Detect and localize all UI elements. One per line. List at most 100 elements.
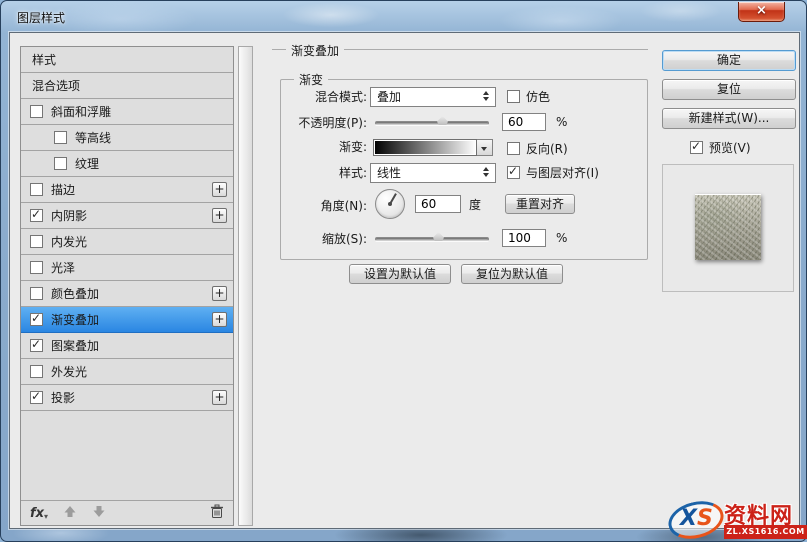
add-effect-instance-button[interactable]: + <box>212 208 227 223</box>
effect-checkbox[interactable] <box>30 389 43 404</box>
sidebar-item-纹理[interactable]: 纹理 <box>21 151 233 177</box>
sidebar-item-label: 光泽 <box>51 261 76 275</box>
sidebar-item-label: 斜面和浮雕 <box>51 105 112 119</box>
sidebar-item-颜色叠加[interactable]: 颜色叠加 + <box>21 281 233 307</box>
watermark-logo-text: XS <box>680 506 713 531</box>
reset-alignment-button[interactable]: 重置对齐 <box>505 194 575 214</box>
effect-checkbox[interactable] <box>30 235 43 248</box>
align-with-layer-checkbox[interactable] <box>507 164 520 179</box>
style-label: 样式: <box>338 166 367 180</box>
add-effect-instance-button[interactable]: + <box>212 286 227 301</box>
sidebar-item-label: 内阴影 <box>51 209 88 223</box>
opacity-slider[interactable] <box>375 121 489 125</box>
sidebar-item-渐变叠加[interactable]: 渐变叠加 + <box>21 307 233 333</box>
scale-unit: % <box>556 231 568 245</box>
preview-panel <box>662 164 794 292</box>
move-effect-up-button[interactable] <box>63 505 77 521</box>
scale-input[interactable] <box>502 229 546 247</box>
sidebar-item-label: 投影 <box>51 391 76 405</box>
sidebar-item-内阴影[interactable]: 内阴影 + <box>21 203 233 229</box>
sidebar-item-label: 渐变叠加 <box>51 313 100 327</box>
effect-checkbox[interactable] <box>30 183 43 196</box>
move-effect-down-button[interactable] <box>92 505 106 521</box>
style-value: 线性 <box>377 166 402 180</box>
fx-menu-button[interactable]: fx▾ <box>30 506 48 521</box>
sidebar-item-label: 图案叠加 <box>51 339 100 353</box>
ok-button[interactable]: 确定 <box>662 50 796 71</box>
sidebar-item-描边[interactable]: 描边 + <box>21 177 233 203</box>
sidebar-item-等高线[interactable]: 等高线 <box>21 125 233 151</box>
sidebar-item-label: 描边 <box>51 183 76 197</box>
scale-slider[interactable] <box>375 237 489 241</box>
sidebar-footer: fx▾ <box>21 500 233 525</box>
sidebar-item-label: 等高线 <box>75 131 112 145</box>
spinner-icon <box>483 91 490 101</box>
reset-default-button[interactable]: 复位为默认值 <box>461 264 563 284</box>
effect-checkbox[interactable] <box>54 131 67 144</box>
sidebar-item-label: 颜色叠加 <box>51 287 100 301</box>
add-effect-instance-button[interactable]: + <box>212 390 227 405</box>
sidebar-item-label: 混合选项 <box>32 79 81 93</box>
effect-checkbox[interactable] <box>30 311 43 326</box>
angle-dial[interactable] <box>375 189 405 219</box>
sidebar-item-光泽[interactable]: 光泽 <box>21 255 233 281</box>
angle-needle <box>389 193 397 205</box>
chevron-down-icon: ▾ <box>44 511 49 521</box>
preview-checkbox[interactable] <box>690 139 703 154</box>
blend-mode-select[interactable]: 叠加 <box>370 87 496 107</box>
sidebar-item-label: 内发光 <box>51 235 88 249</box>
reverse-checkbox[interactable] <box>507 142 520 155</box>
blend-mode-label: 混合模式: <box>314 90 367 104</box>
sidebar-item-图案叠加[interactable]: 图案叠加 <box>21 333 233 359</box>
dither-checkbox[interactable] <box>507 90 520 103</box>
delete-effect-button[interactable] <box>210 504 224 522</box>
sidebar-item-外发光[interactable]: 外发光 <box>21 359 233 385</box>
preview-label: 预览(V) <box>709 141 751 155</box>
effect-checkbox[interactable] <box>30 105 43 118</box>
sidebar-item-label: 样式 <box>32 53 57 67</box>
gradient-dropdown-button[interactable] <box>477 139 493 156</box>
new-style-button[interactable]: 新建样式(W)... <box>662 108 796 129</box>
group-title: 渐变 <box>294 71 329 88</box>
close-button[interactable]: × <box>738 2 785 22</box>
watermark-url: ZL.XS1616.COM <box>724 525 807 539</box>
opacity-input[interactable] <box>502 113 546 131</box>
align-with-layer-label: 与图层对齐(I) <box>526 166 599 180</box>
sidebar-item-斜面和浮雕[interactable]: 斜面和浮雕 <box>21 99 233 125</box>
reset-button[interactable]: 复位 <box>662 79 796 100</box>
effect-checkbox[interactable] <box>30 337 43 352</box>
effect-checkbox[interactable] <box>30 287 43 300</box>
styles-sidebar: 样式混合选项斜面和浮雕等高线纹理描边 + 内阴影 + 内发光光泽颜色叠加 + 渐变叠加 + 图案… <box>20 46 234 526</box>
style-select[interactable]: 线性 <box>370 163 496 183</box>
effect-checkbox[interactable] <box>30 207 43 222</box>
titlebar[interactable]: 图层样式 × <box>1 1 806 31</box>
sidebar-item-label: 外发光 <box>51 365 88 379</box>
reverse-label: 反向(R) <box>526 142 568 156</box>
angle-input[interactable] <box>415 195 461 213</box>
dialog-content: 样式混合选项斜面和浮雕等高线纹理描边 + 内阴影 + 内发光光泽颜色叠加 + 渐变叠加 + 图案… <box>9 32 800 529</box>
effect-checkbox[interactable] <box>30 365 43 378</box>
blend-mode-value: 叠加 <box>377 90 402 104</box>
sidebar-item-内发光[interactable]: 内发光 <box>21 229 233 255</box>
watermark: XS 资料网 ZL.XS1616.COM <box>664 495 807 542</box>
close-icon: × <box>756 3 767 18</box>
sidebar-item-样式[interactable]: 样式 <box>21 47 233 73</box>
set-default-button[interactable]: 设置为默认值 <box>349 264 451 284</box>
angle-unit: 度 <box>469 198 482 212</box>
effect-checkbox[interactable] <box>54 157 67 170</box>
sidebar-item-混合选项[interactable]: 混合选项 <box>21 73 233 99</box>
sidebar-item-label: 纹理 <box>75 157 100 171</box>
gradient-swatch[interactable] <box>373 139 477 156</box>
opacity-unit: % <box>556 115 568 129</box>
scale-label: 缩放(S): <box>321 232 367 246</box>
sidebar-scrollbar[interactable] <box>238 46 253 526</box>
angle-label: 角度(N): <box>320 199 367 213</box>
effect-checkbox[interactable] <box>30 261 43 274</box>
opacity-label: 不透明度(P): <box>298 116 367 130</box>
add-effect-instance-button[interactable]: + <box>212 182 227 197</box>
window-title: 图层样式 <box>17 11 66 25</box>
dither-label: 仿色 <box>526 90 551 104</box>
gradient-label: 渐变: <box>338 140 367 154</box>
sidebar-item-投影[interactable]: 投影 + <box>21 385 233 411</box>
add-effect-instance-button[interactable]: + <box>212 312 227 327</box>
